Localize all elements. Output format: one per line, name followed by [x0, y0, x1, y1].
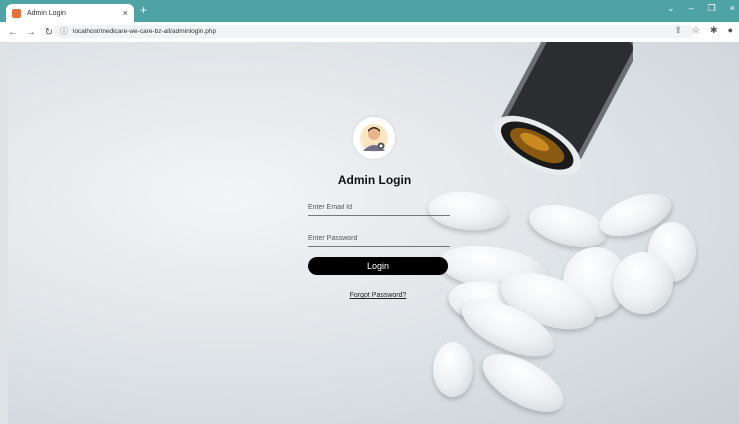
pill-image: [433, 342, 473, 397]
close-window-button[interactable]: ×: [730, 3, 735, 14]
url-text: localhost/medicare-we-care-bz-all/adminl…: [73, 28, 217, 35]
favicon-icon: [12, 8, 21, 18]
pill-bottle-image: [493, 42, 633, 176]
new-tab-button[interactable]: +: [140, 3, 147, 17]
browser-tab[interactable]: Admin Login ×: [6, 4, 134, 22]
browser-toolbar: ← → ↻ ⌂ ⓘ localhost/medicare-we-care-bz-…: [0, 22, 739, 43]
password-field[interactable]: [308, 230, 450, 247]
back-icon[interactable]: ←: [8, 27, 18, 38]
tab-search-icon[interactable]: ⌄: [667, 3, 675, 14]
share-icon[interactable]: ⇪: [674, 25, 682, 36]
browser-tab-bar: Admin Login × + ⌄ – ❐ ×: [0, 0, 739, 22]
reload-icon[interactable]: ↻: [44, 27, 54, 38]
bookmark-star-icon[interactable]: ☆: [692, 25, 700, 36]
extensions-icon[interactable]: ✱: [710, 25, 718, 36]
toolbar-actions: ⇪ ☆ ✱ ●: [674, 25, 733, 36]
email-field[interactable]: [308, 199, 450, 216]
minimize-button[interactable]: –: [689, 3, 694, 14]
address-bar[interactable]: ⓘ localhost/medicare-we-care-bz-all/admi…: [54, 25, 694, 38]
tab-close-icon[interactable]: ×: [123, 8, 128, 18]
pill-image: [613, 252, 673, 314]
login-button[interactable]: Login: [308, 257, 448, 275]
maximize-button[interactable]: ❐: [708, 3, 716, 14]
window-controls: ⌄ – ❐ ×: [667, 3, 735, 14]
admin-avatar-icon: [353, 117, 395, 159]
login-page-background: Admin Login Login Forgot Password?: [8, 42, 739, 424]
profile-icon[interactable]: ●: [728, 25, 733, 36]
page-title: Admin Login: [337, 173, 412, 187]
forward-icon[interactable]: →: [26, 27, 36, 38]
site-info-icon[interactable]: ⓘ: [60, 26, 68, 37]
tab-title: Admin Login: [27, 9, 66, 17]
pill-image: [524, 197, 612, 255]
forgot-password-link[interactable]: Forgot Password?: [308, 292, 448, 299]
